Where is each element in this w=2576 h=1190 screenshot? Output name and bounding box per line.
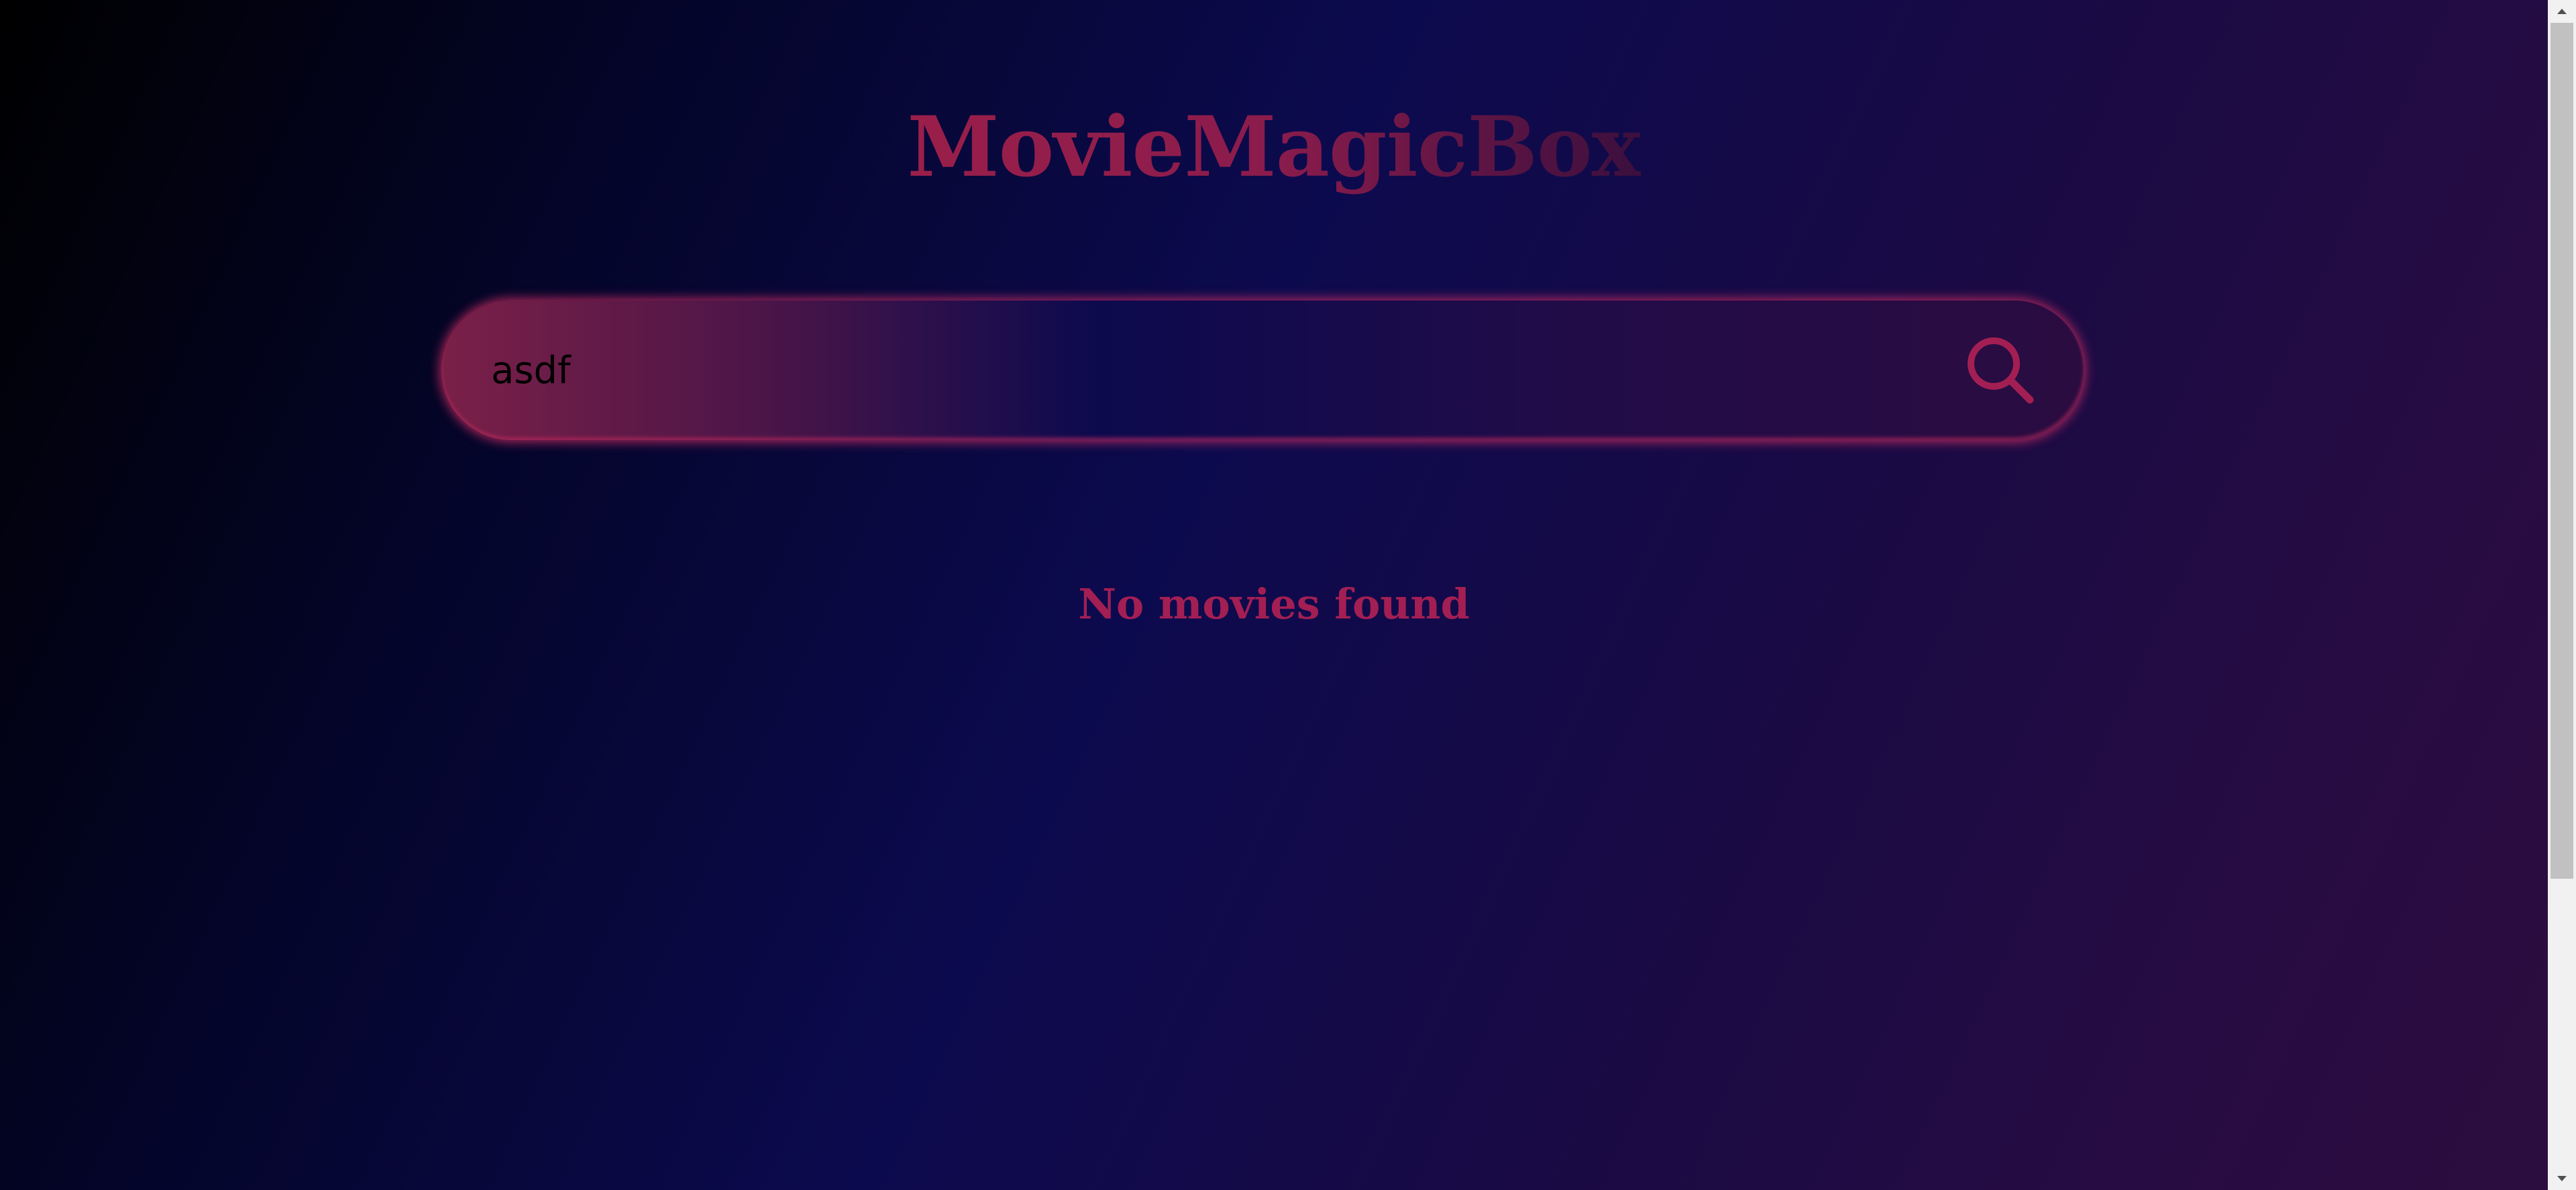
search-input[interactable] xyxy=(491,301,1900,440)
no-results-message: No movies found xyxy=(1078,580,1470,629)
chevron-up-icon xyxy=(2557,9,2567,14)
app-title-text: MovieMagicBox xyxy=(907,99,1641,196)
page-viewport: MovieMagicBox No movies found xyxy=(0,0,2548,1190)
scroll-down-button[interactable] xyxy=(2548,1167,2576,1190)
vertical-scrollbar[interactable] xyxy=(2548,0,2576,1190)
chevron-down-icon xyxy=(2557,1176,2567,1181)
search-bar xyxy=(441,301,2084,440)
scrollbar-thumb[interactable] xyxy=(2551,23,2573,879)
search-icon xyxy=(1968,337,2034,404)
scroll-up-button[interactable] xyxy=(2548,0,2576,23)
app-title: MovieMagicBox xyxy=(0,94,2548,201)
search-button[interactable] xyxy=(1960,330,2041,411)
